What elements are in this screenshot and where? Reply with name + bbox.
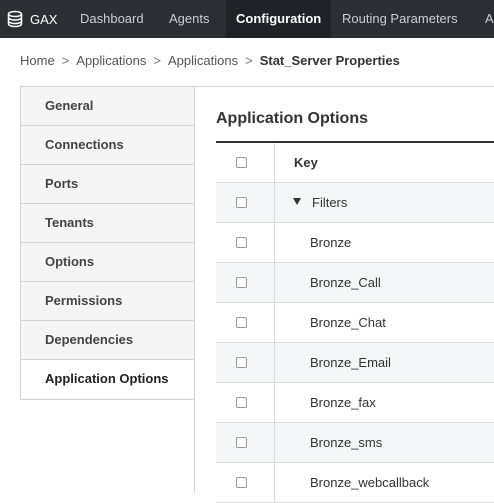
content-top-border (194, 86, 494, 87)
row-checkbox[interactable] (236, 237, 247, 248)
breadcrumb-separator: > (245, 53, 253, 68)
breadcrumb-applications[interactable]: Applications (76, 53, 146, 68)
page-title: Application Options (216, 110, 368, 127)
sidebar-item-options[interactable]: Options (21, 243, 195, 282)
table-group-row[interactable]: Filters (216, 183, 494, 223)
row-key: Bronze_Chat (310, 315, 386, 330)
checkbox-cell (216, 383, 275, 422)
row-checkbox[interactable] (236, 197, 247, 208)
checkbox-cell (216, 223, 275, 262)
app-logo[interactable]: GAX (6, 0, 57, 38)
table-header-row: Key (216, 143, 494, 183)
sidebar-item-application-options[interactable]: Application Options (21, 360, 195, 398)
row-checkbox[interactable] (236, 317, 247, 328)
breadcrumb-home[interactable]: Home (20, 53, 55, 68)
row-checkbox[interactable] (236, 397, 247, 408)
breadcrumb: Home > Applications > Applications > Stat_Serv… (20, 53, 400, 68)
checkbox-cell (216, 303, 275, 342)
row-key: Bronze_Call (310, 275, 381, 290)
row-checkbox[interactable] (236, 477, 247, 488)
checkbox-cell (216, 183, 275, 222)
content-divider (194, 86, 195, 493)
sidebar-item-general[interactable]: General (21, 87, 195, 126)
row-key: Bronze_fax (310, 395, 376, 410)
checkbox-cell (216, 143, 275, 182)
select-all-checkbox[interactable] (236, 157, 247, 168)
sidebar-item-tenants[interactable]: Tenants (21, 204, 195, 243)
nav-agents[interactable]: Agents (159, 0, 219, 38)
checkbox-cell (216, 463, 275, 502)
checkbox-cell (216, 423, 275, 462)
top-navigation-bar: GAX Dashboard Agents Configuration Routi… (0, 0, 494, 38)
key-column-header[interactable]: Key (294, 143, 318, 182)
row-checkbox[interactable] (236, 437, 247, 448)
table-row[interactable]: Bronze_Call (216, 263, 494, 303)
checkbox-cell (216, 343, 275, 382)
sidebar-item-permissions[interactable]: Permissions (21, 282, 195, 321)
group-label: Filters (312, 195, 348, 210)
app-name: GAX (30, 11, 58, 27)
sidebar-item-ports[interactable]: Ports (21, 165, 195, 204)
nav-overflow-item[interactable]: A (475, 0, 494, 38)
sidebar-item-dependencies[interactable]: Dependencies (21, 321, 195, 360)
row-checkbox[interactable] (236, 277, 247, 288)
properties-sidebar: General Connections Ports Tenants Option… (20, 86, 195, 400)
row-key: Bronze_Email (310, 355, 391, 370)
table-row[interactable]: Bronze (216, 223, 494, 263)
breadcrumb-separator: > (153, 53, 161, 68)
nav-configuration[interactable]: Configuration (226, 0, 332, 38)
table-row[interactable]: Bronze_Chat (216, 303, 494, 343)
sidebar-item-connections[interactable]: Connections (21, 126, 195, 165)
table-row[interactable]: Bronze_Email (216, 343, 494, 383)
database-stack-icon (6, 10, 24, 28)
table-row[interactable]: Bronze_webcallback (216, 463, 494, 503)
row-key: Bronze_webcallback (310, 475, 430, 490)
caret-down-icon[interactable] (293, 198, 301, 205)
breadcrumb-current: Stat_Server Properties (259, 53, 400, 68)
table-row[interactable]: Bronze_fax (216, 383, 494, 423)
nav-routing-parameters[interactable]: Routing Parameters (332, 0, 468, 38)
options-table: Key Filters Bronze Bronze_Call Bronze_Ch… (216, 143, 494, 503)
checkbox-cell (216, 263, 275, 302)
row-key: Bronze (310, 235, 352, 250)
row-key: Bronze_sms (310, 435, 383, 450)
breadcrumb-applications-folder[interactable]: Applications (168, 53, 238, 68)
breadcrumb-separator: > (61, 53, 70, 68)
row-checkbox[interactable] (236, 357, 247, 368)
nav-dashboard[interactable]: Dashboard (70, 0, 154, 38)
table-row[interactable]: Bronze_sms (216, 423, 494, 463)
